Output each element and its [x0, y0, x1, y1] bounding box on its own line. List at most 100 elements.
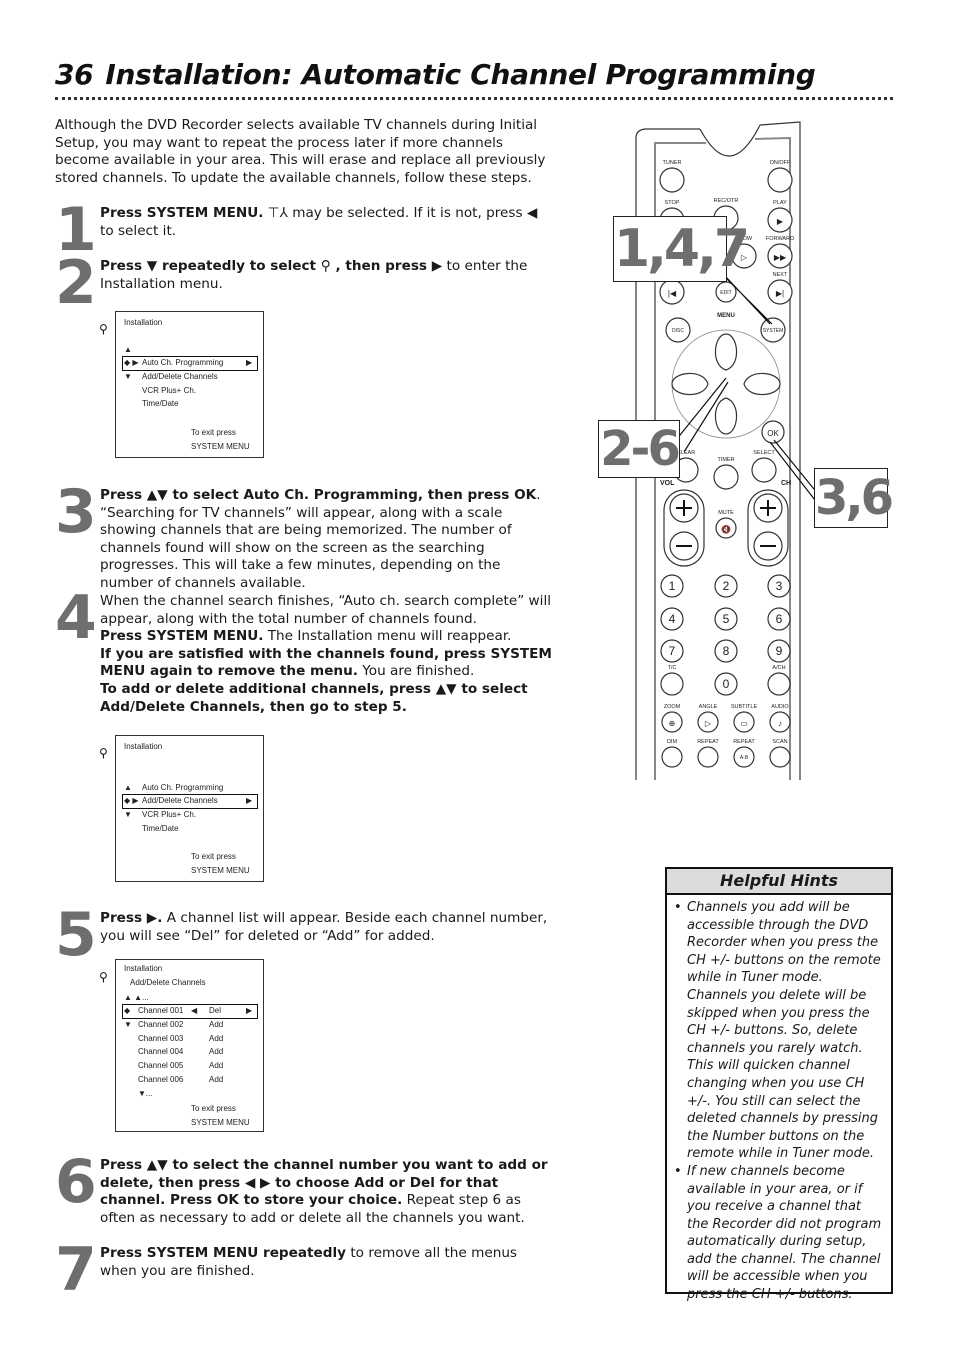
exit-hint: To exit press [191, 428, 236, 437]
channel-label[interactable]: Channel 002 [138, 1018, 183, 1031]
scan-button [769, 746, 791, 768]
screen-subtitle: Add/Delete Channels [130, 978, 206, 987]
select-button [751, 457, 777, 483]
mute-glyph: 🔇 [721, 524, 731, 534]
tc-label: T/C [668, 665, 677, 671]
step-number: 3 [55, 477, 97, 547]
step-number: 6 [55, 1147, 97, 1217]
step-number: 5 [55, 900, 97, 970]
tuner-label: TUNER [663, 160, 682, 166]
dpad-right-button [743, 372, 781, 396]
down-arrow-icon: ▼ [124, 810, 132, 819]
installation-menu-screen: Installation ▲ ◆ ▶ Auto Ch. Programming … [115, 311, 264, 458]
channel-label[interactable]: Channel 001 [138, 1004, 183, 1017]
step-6-text: Press ▲▼ to select the channel number yo… [100, 1157, 555, 1227]
digit-3-glyph: 3 [776, 579, 783, 593]
step-number: 7 [55, 1235, 97, 1305]
callout-steps-1-4-7: 1,4,7 [613, 216, 750, 282]
menu-item-add-delete-channels[interactable]: Add/Delete Channels [142, 370, 218, 383]
repeat-ab-label: REPEAT [733, 739, 755, 745]
selection-marker-icon: ◆ ▶ [124, 796, 139, 805]
channel-label[interactable]: Channel 005 [138, 1059, 183, 1072]
channel-label[interactable]: Channel 003 [138, 1032, 183, 1045]
up-arrow-icon: ▲ [124, 783, 132, 792]
channel-status[interactable]: Add [209, 1073, 223, 1086]
channel-label[interactable]: Channel 006 [138, 1073, 183, 1086]
repeat-ab-glyph: A-B [740, 755, 749, 761]
digit-9-glyph: 9 [776, 644, 783, 658]
dpad-down-button [714, 397, 738, 435]
helpful-hints-title: Helpful Hints [667, 869, 891, 895]
step-bold-text: If you are satisfied with the channels f… [100, 645, 552, 680]
ok-glyph: OK [767, 429, 779, 438]
timer-button [713, 464, 739, 490]
wrench-icon: ⚲ [99, 746, 108, 760]
zoom-glyph: ⊕ [669, 719, 676, 728]
hints-list: Channels you add will be accessible thro… [667, 899, 891, 1304]
scan-label: SCAN [772, 739, 787, 745]
next-glyph: ▶| [776, 289, 784, 298]
previous-glyph: |◀ [668, 289, 677, 298]
step-bold-text: Press ▲▼ to select Auto Ch. Programming,… [100, 487, 537, 503]
digit-6-glyph: 6 [776, 612, 783, 626]
tuner-button [659, 167, 685, 193]
channel-status[interactable]: Add [209, 1018, 223, 1031]
step-body-text: When the channel search finishes, “Auto … [100, 593, 552, 627]
ch-label: CH [781, 480, 791, 487]
stop-label: STOP [665, 200, 680, 206]
add-delete-channels-screen: Installation Add/Delete Channels ▲ ▲... … [115, 959, 264, 1132]
callout-steps-3-6: 3,6 [814, 468, 894, 528]
screen-title: Installation [124, 742, 163, 751]
menu-item-time-date[interactable]: Time/Date [142, 822, 179, 835]
exit-hint-key: SYSTEM MENU [191, 442, 250, 451]
step-3-text: Press ▲▼ to select Auto Ch. Programming,… [100, 487, 555, 593]
angle-glyph: ▷ [705, 719, 712, 728]
dim-label: DIM [667, 739, 678, 745]
menu-item-time-date[interactable]: Time/Date [142, 397, 179, 410]
step-bold-text: To add or delete additional channels, pr… [100, 680, 528, 715]
step-body-text: A channel list will appear. Beside each … [100, 910, 548, 944]
scroll-up-icon: ▲ ▲... [124, 993, 149, 1002]
menu-item-auto-ch-programming[interactable]: Auto Ch. Programming [142, 356, 223, 369]
left-arrow-icon: ◀ [191, 1006, 198, 1015]
next-label: NEXT [773, 272, 788, 278]
on-off-label: ON/OFF [770, 160, 791, 166]
step-bold-text: Press ▶. [100, 910, 163, 926]
right-arrow-icon: ▶ [246, 796, 253, 805]
digit-5-glyph: 5 [723, 612, 730, 626]
forward-glyph: ▶▶ [774, 253, 787, 262]
scroll-down-icon: ▼... [138, 1089, 153, 1098]
page-title-text: Installation: Automatic Channel Programm… [105, 58, 816, 91]
step-7-text: Press SYSTEM MENU repeatedly to remove a… [100, 1245, 555, 1280]
menu-item-add-delete-channels[interactable]: Add/Delete Channels [142, 794, 218, 807]
mute-label: MUTE [718, 510, 734, 516]
audio-label: AUDIO [771, 704, 789, 710]
system-glyph: SYSTEM [763, 328, 784, 334]
step-number: 4 [55, 583, 97, 653]
tc-button [660, 672, 684, 696]
channel-status[interactable]: Del [209, 1004, 221, 1017]
step-number: 2 [55, 248, 97, 318]
installation-menu-screen: Installation ▲ Auto Ch. Programming ◆ ▶ … [115, 735, 264, 882]
select-label: SELECT [753, 450, 775, 456]
channel-status[interactable]: Add [209, 1032, 223, 1045]
subtitle-label: SUBTITLE [731, 704, 758, 710]
menu-item-vcr-plus[interactable]: VCR Plus+ Ch. [142, 384, 196, 397]
dim-button [661, 746, 683, 768]
edit-glyph: EDIT [720, 290, 731, 296]
channel-label[interactable]: Channel 004 [138, 1045, 183, 1058]
digit-1-glyph: 1 [669, 579, 676, 593]
menu-label: MENU [717, 313, 735, 319]
right-arrow-icon: ▶ [246, 1006, 253, 1015]
exit-hint: To exit press [191, 852, 236, 861]
callout-steps-2-6: 2-6 [598, 420, 681, 478]
play-label: PLAY [773, 200, 787, 206]
digit-7-glyph: 7 [669, 644, 676, 658]
menu-item-auto-ch-programming[interactable]: Auto Ch. Programming [142, 781, 223, 794]
disc-glyph: DISC [672, 328, 684, 334]
on-off-button [767, 167, 793, 193]
channel-status[interactable]: Add [209, 1059, 223, 1072]
channel-status[interactable]: Add [209, 1045, 223, 1058]
menu-item-vcr-plus[interactable]: VCR Plus+ Ch. [142, 808, 196, 821]
helpful-hints-box: Helpful Hints Channels you add will be a… [665, 867, 893, 1302]
